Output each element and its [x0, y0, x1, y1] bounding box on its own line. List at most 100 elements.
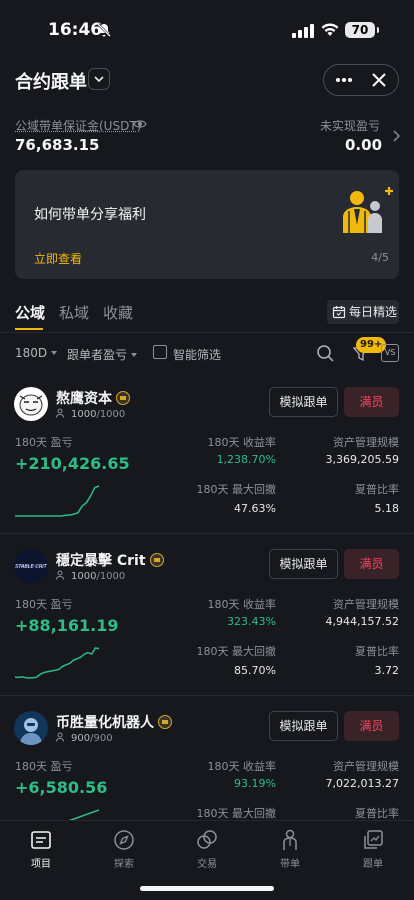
- promo-banner[interactable]: 如何带单分享福利 立即查看 4/5: [15, 170, 399, 279]
- pnl-value: +88,161.19: [15, 616, 119, 635]
- unrealized-pnl-label: 未实现盈亏: [320, 119, 381, 133]
- unrealized-pnl-value: 0.00: [345, 136, 383, 154]
- close-icon[interactable]: [372, 73, 386, 87]
- roi-value: 93.19%: [234, 777, 276, 790]
- pnl-sparkline: [15, 647, 99, 679]
- compare-vs-icon[interactable]: VS: [381, 344, 399, 362]
- simulate-copy-button[interactable]: 模拟跟单: [269, 549, 338, 579]
- margin-label[interactable]: 公域带单保证金(USDT): [15, 117, 141, 134]
- pnl-value: +6,580.56: [15, 778, 108, 797]
- caret-down-icon: [51, 351, 58, 355]
- follower-current: 1000: [71, 409, 97, 420]
- roi-label: 180天 收益率: [207, 760, 277, 773]
- lead-icon: [283, 829, 297, 850]
- tab-favorites[interactable]: 收藏: [103, 302, 133, 323]
- follower-count: 900/900: [56, 732, 113, 744]
- title-dropdown-button[interactable]: [88, 68, 110, 90]
- sort-filter[interactable]: 跟单者盈亏: [67, 346, 138, 363]
- sparkline-path: [15, 485, 99, 517]
- sharpe-value: 5.18: [374, 502, 400, 515]
- roi-label: 180天 收益率: [207, 436, 277, 449]
- tab-public[interactable]: 公域: [15, 302, 45, 323]
- sharpe-label: 夏普比率: [355, 645, 399, 658]
- people-icon: [56, 570, 64, 580]
- project-icon: [31, 831, 51, 849]
- sharpe-label: 夏普比率: [355, 807, 399, 820]
- daily-pick-label: 每日精选: [349, 305, 398, 319]
- tab-label: 项目: [31, 859, 51, 870]
- chevron-down-icon: [94, 76, 104, 83]
- status-bar: 16:46 70: [0, 0, 414, 54]
- max-drawdown-label: 180天 最大回撤: [196, 807, 277, 820]
- follower-max: /1000: [96, 571, 126, 582]
- tab-explore[interactable]: 探索: [94, 829, 154, 870]
- wifi-icon: [321, 23, 339, 36]
- sparkline-path: [15, 647, 99, 679]
- eye-icon[interactable]: [133, 118, 147, 130]
- aum-label: 资产管理规模: [333, 598, 399, 611]
- tab-bar-domain: 公域 私域 收藏 每日精选: [15, 300, 399, 330]
- tab-project[interactable]: 项目: [11, 829, 71, 870]
- follower-count: 1000/1000: [56, 570, 125, 582]
- period-filter[interactable]: 180D: [15, 346, 58, 360]
- tab-label: 带单: [280, 859, 300, 870]
- smart-filter-label[interactable]: 智能筛选: [173, 346, 221, 363]
- lead-trader-illustration-icon: [343, 187, 393, 233]
- cellular-signal-icon: [292, 24, 314, 38]
- crown-badge-icon: [149, 553, 164, 567]
- divider: [0, 533, 414, 534]
- follower-max: /1000: [96, 409, 126, 420]
- compass-icon: [114, 830, 134, 850]
- tab-label: 交易: [197, 859, 217, 870]
- full-status-button[interactable]: 满员: [344, 549, 399, 579]
- banner-view-now-link[interactable]: 立即查看: [34, 250, 82, 267]
- banner-title: 如何带单分享福利: [34, 207, 146, 223]
- trader-name-text: 币胜量化机器人: [56, 715, 154, 731]
- trader-name: 穩定暴擊 Crit: [56, 550, 164, 570]
- tab-trade[interactable]: 交易: [177, 829, 237, 870]
- active-tab-underline: [15, 328, 43, 330]
- people-icon: [56, 732, 64, 742]
- crown-badge-icon: [116, 391, 130, 405]
- tab-label: 探索: [114, 859, 134, 870]
- tab-private[interactable]: 私域: [59, 302, 89, 323]
- aum-label: 资产管理规模: [333, 436, 399, 449]
- tab-lead[interactable]: 带单: [260, 829, 320, 870]
- trader-name: 币胜量化机器人: [56, 712, 172, 732]
- follower-current: 900: [71, 733, 91, 744]
- trader-name-text: 穩定暴擊 Crit: [56, 553, 146, 569]
- bell-muted-icon: [97, 23, 111, 37]
- aum-value: 3,369,205.59: [325, 453, 399, 466]
- full-status-button[interactable]: 满员: [344, 711, 399, 741]
- caret-down-icon: [131, 353, 138, 357]
- simulate-copy-button[interactable]: 模拟跟单: [269, 387, 338, 417]
- simulate-copy-button[interactable]: 模拟跟单: [269, 711, 338, 741]
- more-icon[interactable]: [334, 72, 354, 88]
- max-drawdown-value: 47.63%: [234, 502, 276, 515]
- roi-label: 180天 收益率: [207, 598, 277, 611]
- smart-filter-checkbox[interactable]: [153, 345, 167, 359]
- tab-copy[interactable]: 跟单: [343, 829, 403, 870]
- chevron-right-icon[interactable]: [392, 130, 400, 142]
- pnl-label: 180天 盈亏: [15, 598, 73, 611]
- filter-row: 180D 跟单者盈亏 智能筛选 99+ VS: [15, 337, 399, 365]
- status-time: 16:46: [48, 20, 103, 40]
- roi-value: 323.43%: [227, 615, 276, 628]
- period-filter-label: 180D: [15, 346, 48, 360]
- trader-avatar: STABLE CRIT: [14, 549, 48, 583]
- roi-value: 1,238.70%: [216, 453, 276, 466]
- follower-max: /900: [90, 733, 113, 744]
- full-status-button[interactable]: 满员: [344, 387, 399, 417]
- people-icon: [56, 408, 64, 418]
- crown-badge-icon: [158, 715, 172, 729]
- banner-page-indicator: 4/5: [371, 251, 389, 264]
- margin-value: 76,683.15: [15, 136, 100, 154]
- tab-label: 跟单: [363, 859, 383, 870]
- search-icon[interactable]: [316, 344, 334, 362]
- daily-pick-button[interactable]: 每日精选: [327, 300, 399, 324]
- pnl-label: 180天 盈亏: [15, 760, 73, 773]
- trade-icon: [197, 830, 217, 849]
- calendar-icon: [332, 306, 346, 319]
- page-header: 合约跟单: [0, 64, 414, 96]
- page-title: 合约跟单: [15, 72, 87, 93]
